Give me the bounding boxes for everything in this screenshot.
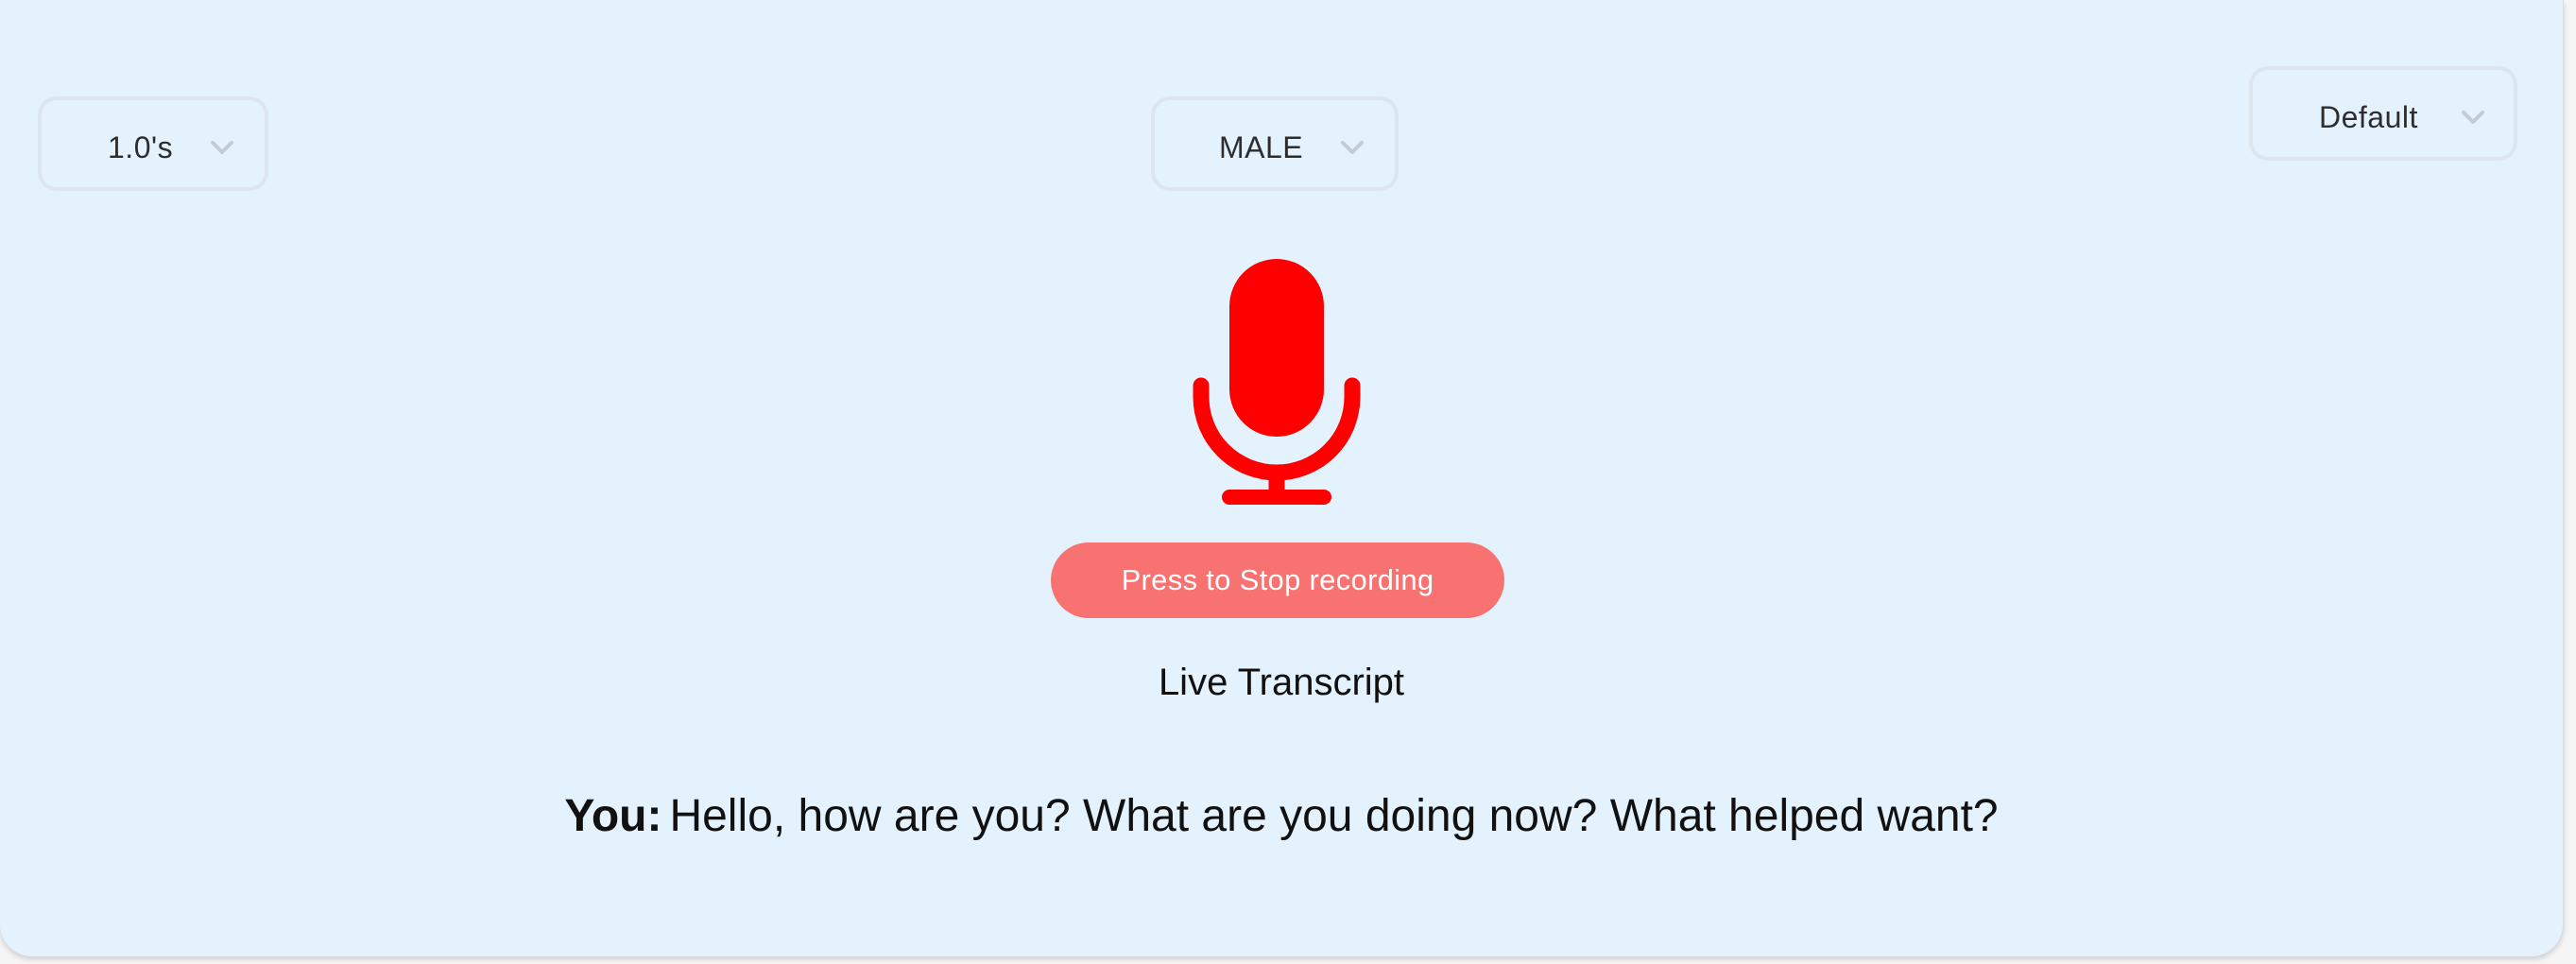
live-transcript-title: Live Transcript: [1158, 662, 1405, 703]
speed-select-value: 1.0's: [108, 130, 174, 164]
recorder-card: 1.0's MALE Default Press to Stop recordi…: [0, 0, 2564, 956]
chevron-down-icon: [2462, 111, 2484, 124]
transcript-text: Hello, how are you? What are you doing n…: [669, 791, 1999, 841]
style-select[interactable]: Default: [2249, 66, 2517, 161]
style-select-value: Default: [2319, 100, 2418, 134]
chevron-down-icon: [1341, 141, 1364, 154]
voice-select[interactable]: MALE: [1151, 96, 1399, 191]
stop-recording-button[interactable]: Press to Stop recording: [1051, 542, 1504, 618]
transcript-speaker: You:: [564, 791, 662, 841]
microphone-icon[interactable]: [1193, 257, 1361, 507]
speed-select[interactable]: 1.0's: [38, 96, 268, 191]
transcript-line: You: Hello, how are you? What are you doi…: [0, 790, 2563, 842]
chevron-down-icon: [211, 141, 233, 154]
voice-select-value: MALE: [1219, 130, 1304, 164]
